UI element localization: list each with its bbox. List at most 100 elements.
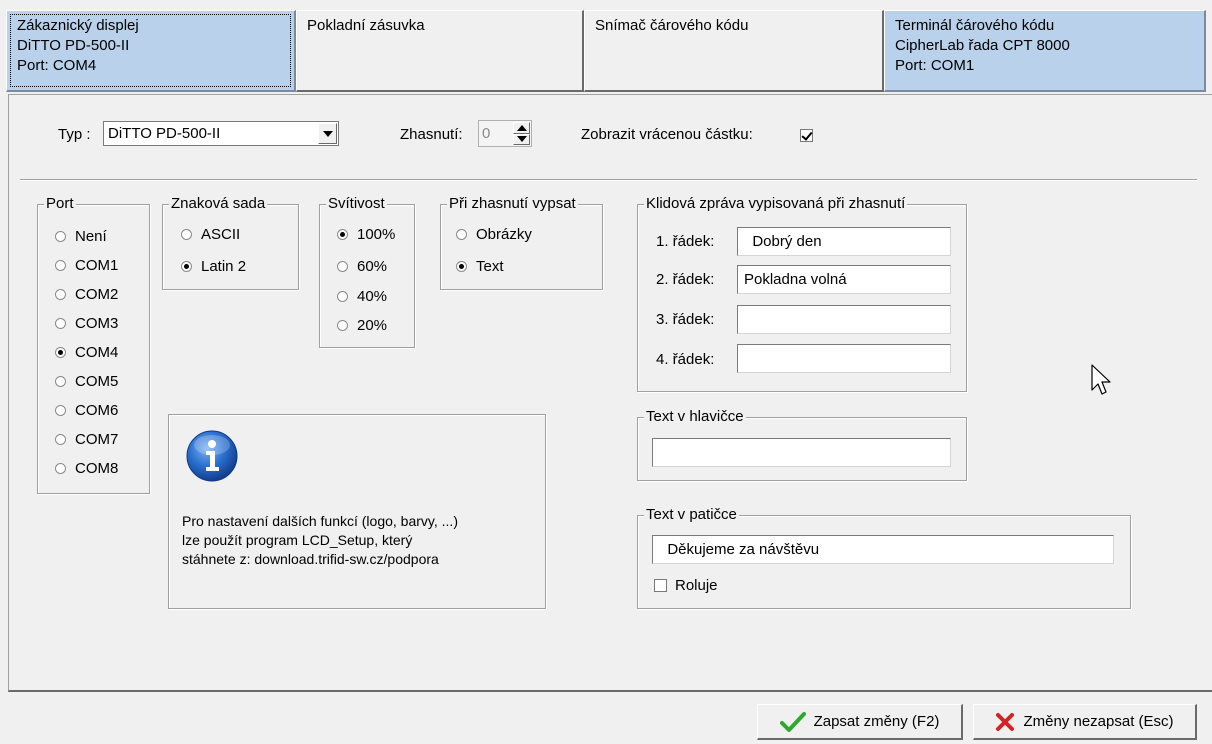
zhasnuti-spinner[interactable]: 0 xyxy=(478,120,532,147)
combobox-dropdown-button[interactable] xyxy=(318,123,337,144)
svitivost-option-100[interactable]: 100% xyxy=(337,223,395,245)
radio-label: 60% xyxy=(357,257,388,275)
radio-label: COM4 xyxy=(75,343,119,361)
radio-icon[interactable] xyxy=(55,259,66,271)
pri-zhasnuti-option-obrazky[interactable]: Obrázky xyxy=(456,223,532,245)
spin-up-button[interactable] xyxy=(513,122,530,134)
tab-line: Snímač čárového kódu xyxy=(595,17,749,34)
port-group-title: Port xyxy=(44,194,76,214)
radek-1-input[interactable]: Dobrý den xyxy=(737,227,951,256)
svitivost-option-20[interactable]: 20% xyxy=(337,314,387,336)
info-text-line-2: lze použít program LCD_Setup, který xyxy=(182,532,413,548)
znakova-sada-option-ascii[interactable]: ASCII xyxy=(181,223,240,245)
port-option-neni[interactable]: Není xyxy=(55,225,107,247)
tab-line: Pokladní zásuvka xyxy=(307,17,425,34)
radio-icon[interactable] xyxy=(337,319,348,331)
port-option-com6[interactable]: COM6 xyxy=(55,399,118,421)
radio-icon[interactable] xyxy=(55,346,66,358)
radio-icon[interactable] xyxy=(181,260,192,272)
radek-4-label: 4. řádek: xyxy=(656,351,715,368)
svitivost-option-60[interactable]: 60% xyxy=(337,255,387,277)
tab-line: Zákaznický displej xyxy=(17,17,139,34)
radio-icon[interactable] xyxy=(337,290,348,302)
typ-label: Typ : xyxy=(58,126,91,143)
roluje-row[interactable]: Roluje xyxy=(654,577,718,594)
radio-icon[interactable] xyxy=(55,375,66,387)
chevron-down-icon xyxy=(322,130,333,137)
radio-icon[interactable] xyxy=(337,228,348,240)
znakova-sada-group: Znaková sada xyxy=(162,194,299,290)
arrow-up-icon xyxy=(516,124,527,131)
radio-label: 20% xyxy=(357,316,388,334)
radio-icon[interactable] xyxy=(55,288,66,300)
radio-icon[interactable] xyxy=(55,317,66,329)
save-button-label: Zapsat změny (F2) xyxy=(813,713,940,730)
zhasnuti-label: Zhasnutí: xyxy=(400,126,463,143)
close-icon xyxy=(996,712,1015,731)
spin-down-button[interactable] xyxy=(513,133,530,145)
radek-4-input[interactable] xyxy=(737,344,951,373)
radio-label: Latin 2 xyxy=(201,257,247,275)
mouse-cursor-icon xyxy=(1090,364,1112,398)
arrow-down-icon xyxy=(516,136,527,143)
tab-terminal-caroveho-kodu[interactable]: Terminál čárového kódu CipherLab řada CP… xyxy=(884,10,1206,92)
typ-combobox[interactable]: DiTTO PD-500-II xyxy=(103,121,339,146)
typ-value: DiTTO PD-500-II xyxy=(108,125,221,142)
text-v-paticce-group-title: Text v patičce xyxy=(644,505,739,525)
radek-2-label: 2. řádek: xyxy=(656,271,715,288)
svitivost-option-40[interactable]: 40% xyxy=(337,285,387,307)
separator xyxy=(20,179,1197,181)
zobrazit-vracenou-castku-label: Zobrazit vrácenou částku: xyxy=(581,126,753,143)
port-option-com1[interactable]: COM1 xyxy=(55,254,118,276)
port-option-com5[interactable]: COM5 xyxy=(55,370,118,392)
radio-label: Není xyxy=(75,227,107,245)
radio-label: COM6 xyxy=(75,401,119,419)
radio-icon[interactable] xyxy=(55,433,66,445)
cancel-button-label: Změny nezapsat (Esc) xyxy=(1023,713,1174,730)
radio-icon[interactable] xyxy=(456,260,467,272)
cancel-button[interactable]: Změny nezapsat (Esc) xyxy=(973,704,1197,740)
save-button[interactable]: Zapsat změny (F2) xyxy=(757,704,963,740)
radio-icon[interactable] xyxy=(181,228,192,240)
info-icon xyxy=(185,429,239,483)
port-option-com3[interactable]: COM3 xyxy=(55,312,118,334)
port-option-com8[interactable]: COM8 xyxy=(55,457,118,479)
checkmark-icon xyxy=(779,711,806,732)
text-v-hlavicce-input[interactable] xyxy=(652,438,951,467)
radio-icon[interactable] xyxy=(55,462,66,474)
radio-icon[interactable] xyxy=(55,404,66,416)
znakova-sada-option-latin2[interactable]: Latin 2 xyxy=(181,255,246,277)
info-text-line-1: Pro nastavení dalších funkcí (logo, barv… xyxy=(182,513,458,529)
text-v-paticce-input[interactable]: Děkujeme za návštěvu xyxy=(652,535,1114,564)
tab-zakaznicky-displej[interactable]: Zákaznický displej DiTTO PD-500-II Port:… xyxy=(6,10,296,92)
spinner-buttons[interactable] xyxy=(513,122,530,145)
radio-icon[interactable] xyxy=(55,230,66,242)
radio-label: COM3 xyxy=(75,314,119,332)
radek-3-input[interactable] xyxy=(737,305,951,334)
radio-label: 100% xyxy=(357,225,396,243)
roluje-checkbox[interactable] xyxy=(654,579,667,592)
port-option-com7[interactable]: COM7 xyxy=(55,428,118,450)
tab-line: CipherLab řada CPT 8000 xyxy=(895,37,1070,54)
port-option-com2[interactable]: COM2 xyxy=(55,283,118,305)
tab-line: DiTTO PD-500-II xyxy=(17,37,130,54)
zhasnuti-value: 0 xyxy=(482,125,491,142)
radio-icon[interactable] xyxy=(456,228,467,240)
radek-2-input[interactable]: Pokladna volná xyxy=(737,265,951,294)
radek-3-label: 3. řádek: xyxy=(656,311,715,328)
info-text-line-3: stáhnete z: download.trifid-sw.cz/podpor… xyxy=(182,551,439,567)
zobrazit-vracenou-castku-checkbox[interactable] xyxy=(800,129,813,142)
tab-snimac-caroveho-kodu[interactable]: Snímač čárového kódu xyxy=(584,10,884,92)
pri-zhasnuti-option-text[interactable]: Text xyxy=(456,255,504,277)
radio-label: COM7 xyxy=(75,430,119,448)
text-v-hlavicce-group-title: Text v hlavičce xyxy=(644,407,746,427)
radio-label: ASCII xyxy=(201,225,241,243)
radek-1-label: 1. řádek: xyxy=(656,233,715,250)
port-option-com4[interactable]: COM4 xyxy=(55,341,118,363)
tab-pokladni-zasuvka[interactable]: Pokladní zásuvka xyxy=(296,10,584,92)
svitivost-group-title: Svítivost xyxy=(326,194,387,214)
radio-icon[interactable] xyxy=(337,260,348,272)
klidova-zprava-group-title: Klidová zpráva vypisovaná při zhasnutí xyxy=(644,194,908,214)
radio-label: COM2 xyxy=(75,285,119,303)
roluje-label: Roluje xyxy=(675,577,718,594)
